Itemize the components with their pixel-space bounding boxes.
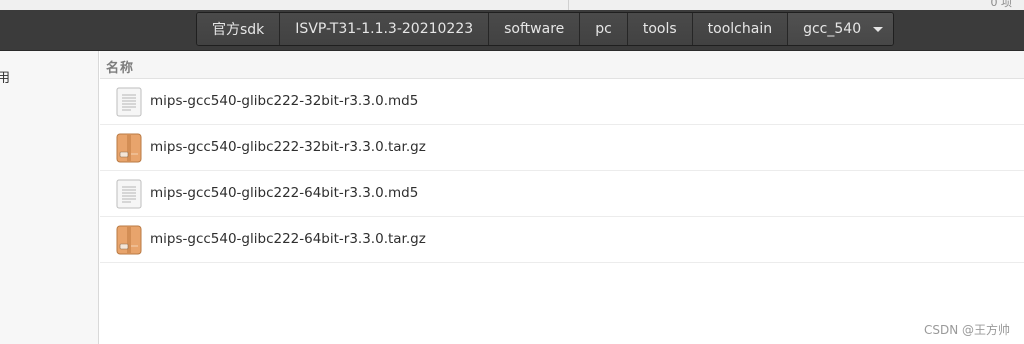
file-row[interactable]: mips-gcc540-glibc222-32bit-r3.3.0.md5 — [100, 79, 1024, 125]
breadcrumb-label: tools — [642, 21, 677, 37]
archive-icon — [116, 225, 142, 255]
breadcrumb-software[interactable]: software — [489, 13, 581, 45]
top-strip-separator — [568, 0, 569, 10]
watermark: CSDN @王方帅 — [923, 323, 1010, 337]
sidebar: 用 — [0, 51, 99, 344]
file-row[interactable]: mips-gcc540-glibc222-64bit-r3.3.0.tar.gz — [100, 217, 1024, 263]
text-document-icon — [116, 87, 142, 117]
column-header-name[interactable]: 名称 — [106, 57, 134, 76]
breadcrumb-label: 官方sdk — [212, 22, 265, 38]
archive-icon — [116, 133, 142, 163]
breadcrumb-label: pc — [595, 21, 612, 37]
breadcrumb-label: software — [504, 21, 565, 37]
sidebar-item-label[interactable]: 用 — [0, 67, 10, 86]
top-right-partial-text: 0 项 — [990, 0, 1013, 9]
breadcrumb-label: ISVP-T31-1.1.3-20210223 — [295, 21, 474, 37]
breadcrumb-label: toolchain — [707, 21, 773, 37]
file-list: 名称 mips-gcc540-glibc222-32bit-r3.3.0.md5… — [100, 51, 1024, 344]
file-name: mips-gcc540-glibc222-32bit-r3.3.0.tar.gz — [150, 139, 426, 155]
breadcrumb-toolchain[interactable]: toolchain — [692, 13, 789, 45]
file-row[interactable]: mips-gcc540-glibc222-64bit-r3.3.0.md5 — [100, 171, 1024, 217]
breadcrumb-gcc540[interactable]: gcc_540 — [788, 13, 894, 45]
breadcrumb-sdk[interactable]: 官方sdk — [197, 13, 281, 45]
top-strip: 0 项 — [0, 0, 1024, 10]
column-header[interactable]: 名称 — [100, 51, 1024, 79]
path-bar: 官方sdk ISVP-T31-1.1.3-20210223 software p… — [196, 12, 895, 46]
dropdown-arrow-icon[interactable] — [873, 26, 884, 32]
file-name: mips-gcc540-glibc222-32bit-r3.3.0.md5 — [150, 93, 419, 109]
text-document-icon — [116, 179, 142, 209]
file-name: mips-gcc540-glibc222-64bit-r3.3.0.md5 — [150, 185, 419, 201]
breadcrumb-isvp[interactable]: ISVP-T31-1.1.3-20210223 — [280, 13, 490, 45]
breadcrumb-pc[interactable]: pc — [580, 13, 628, 45]
header-bar: 官方sdk ISVP-T31-1.1.3-20210223 software p… — [0, 10, 1024, 51]
file-name: mips-gcc540-glibc222-64bit-r3.3.0.tar.gz — [150, 231, 426, 247]
file-row[interactable]: mips-gcc540-glibc222-32bit-r3.3.0.tar.gz — [100, 125, 1024, 171]
breadcrumb-label: gcc_540 — [803, 21, 862, 37]
breadcrumb-tools[interactable]: tools — [627, 13, 693, 45]
